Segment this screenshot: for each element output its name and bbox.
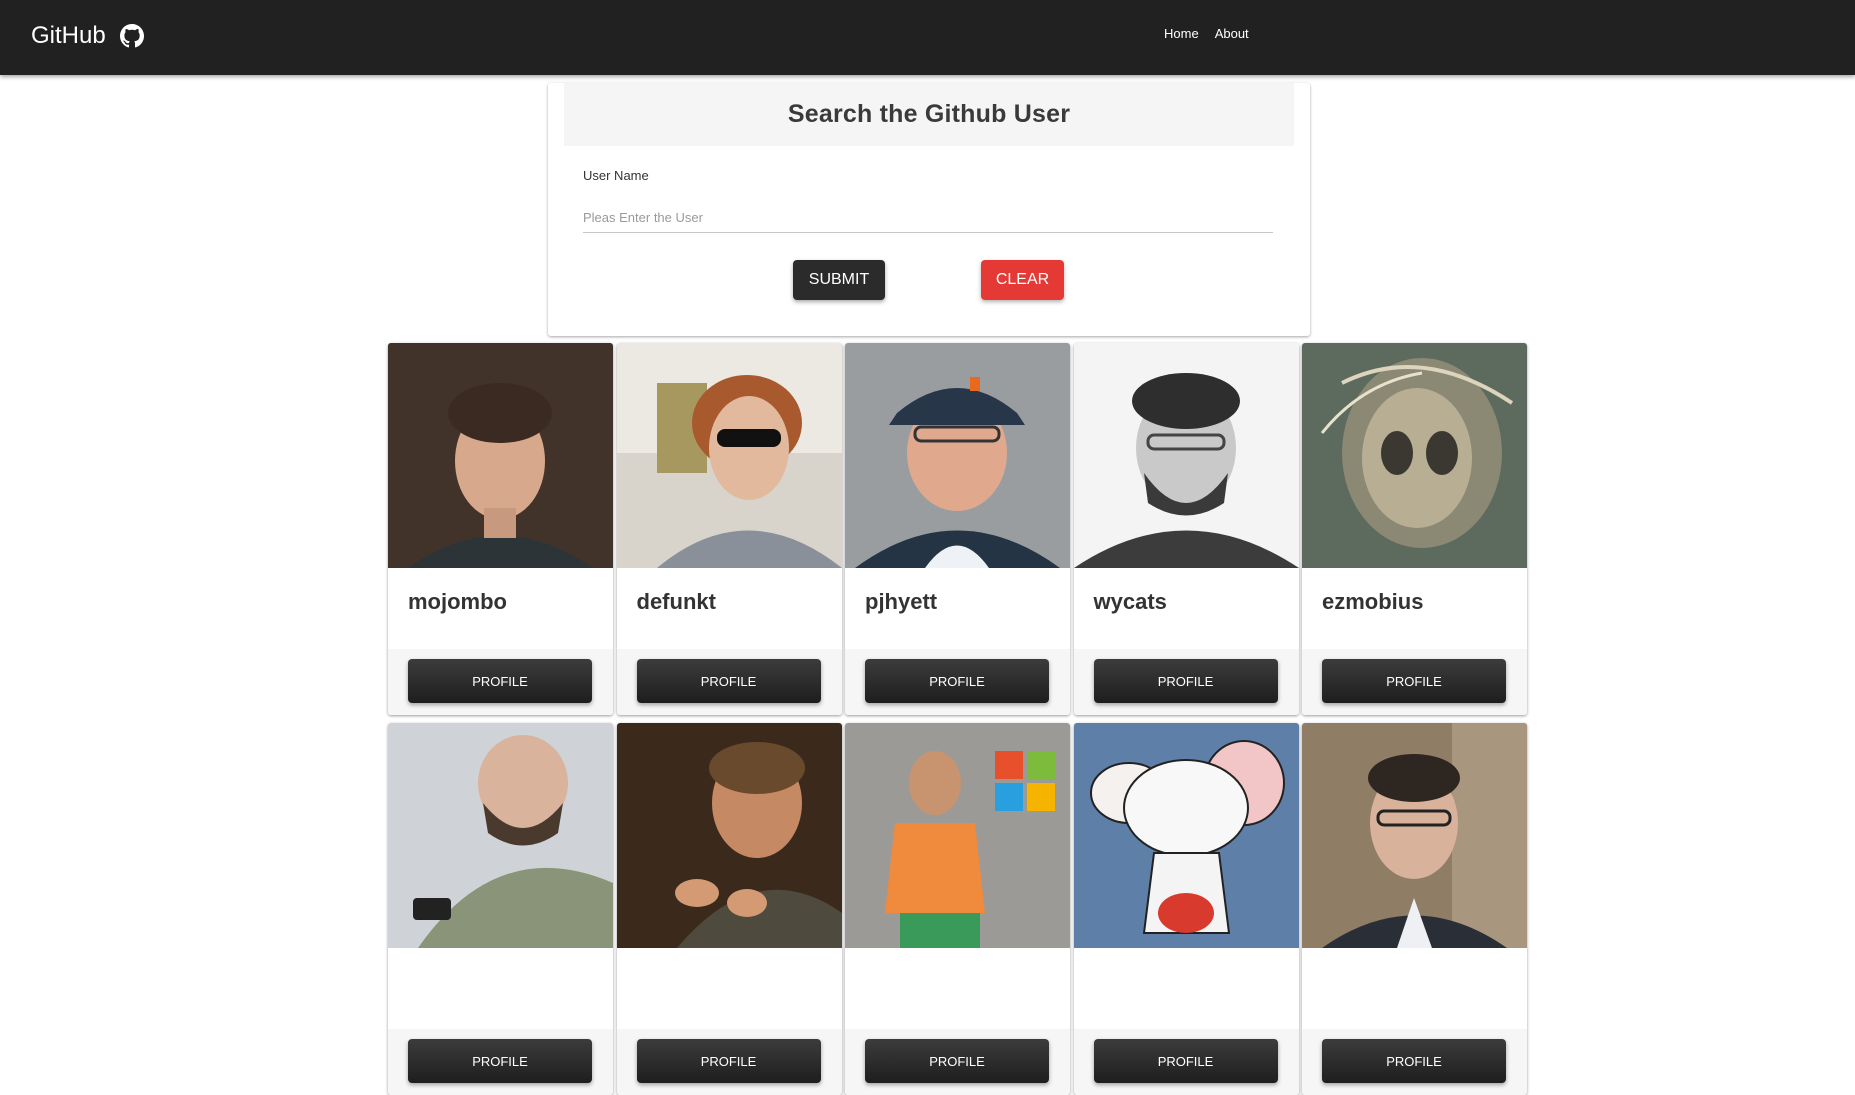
card-actions: PROFILE [1073,649,1299,715]
card-actions: PROFILE [388,1029,613,1095]
card-actions: PROFILE [1302,649,1527,715]
profile-button[interactable]: PROFILE [408,659,592,703]
user-card: PROFILE [845,723,1070,1095]
search-card: Search the Github User User Name SUBMIT … [548,83,1310,336]
user-card: pjhyett PROFILE [845,343,1070,715]
search-card-header: Search the Github User [564,83,1294,146]
avatar[interactable] [616,343,842,568]
profile-button[interactable]: PROFILE [865,659,1049,703]
user-name-label: User Name [583,168,649,183]
profile-button[interactable]: PROFILE [408,1039,592,1083]
github-icon [119,24,144,48]
avatar[interactable] [1302,343,1527,568]
avatar[interactable] [1073,723,1299,948]
user-login: pjhyett [865,589,938,614]
card-actions: PROFILE [1073,1029,1299,1095]
profile-button[interactable]: PROFILE [1093,1039,1278,1083]
card-actions: PROFILE [388,649,613,715]
profile-button[interactable]: PROFILE [1322,659,1506,703]
avatar[interactable] [388,723,613,948]
top-app-bar: GitHub Home About [0,0,1855,75]
profile-button[interactable]: PROFILE [636,1039,821,1083]
avatar[interactable] [1073,343,1299,568]
brand-title: GitHub [31,22,106,49]
nav-home-link[interactable]: Home [1164,26,1199,41]
user-login: defunkt [636,589,716,614]
nav-about-link[interactable]: About [1215,26,1249,41]
card-actions: PROFILE [845,1029,1070,1095]
avatar[interactable] [388,343,613,568]
search-title: Search the Github User [787,100,1071,128]
user-name-input[interactable] [583,203,1273,233]
user-card: PROFILE [1302,723,1527,1095]
avatar[interactable] [845,343,1070,568]
user-card: mojombo PROFILE [388,343,613,715]
user-card: wycats PROFILE [1073,343,1299,715]
avatar[interactable] [845,723,1070,948]
avatar[interactable] [1302,723,1527,948]
user-login: ezmobius [1322,589,1424,614]
user-card: PROFILE [388,723,613,1095]
profile-button[interactable]: PROFILE [1322,1039,1506,1083]
profile-button[interactable]: PROFILE [636,659,821,703]
user-grid: mojombo PROFILE defunkt PROFILE pjhyett … [388,343,1528,1095]
clear-button[interactable]: CLEAR [981,260,1064,300]
card-actions: PROFILE [1302,1029,1527,1095]
user-card: defunkt PROFILE [616,343,842,715]
avatar[interactable] [616,723,842,948]
user-card: PROFILE [1073,723,1299,1095]
profile-button[interactable]: PROFILE [1093,659,1278,703]
submit-button[interactable]: SUBMIT [793,260,885,300]
main-nav: Home About [1164,26,1249,41]
brand[interactable]: GitHub [31,20,144,52]
card-actions: PROFILE [845,649,1070,715]
user-card: PROFILE [616,723,842,1095]
user-card: ezmobius PROFILE [1302,343,1527,715]
user-login: wycats [1093,589,1167,614]
profile-button[interactable]: PROFILE [865,1039,1049,1083]
user-login: mojombo [408,589,507,614]
card-actions: PROFILE [616,1029,842,1095]
card-actions: PROFILE [616,649,842,715]
